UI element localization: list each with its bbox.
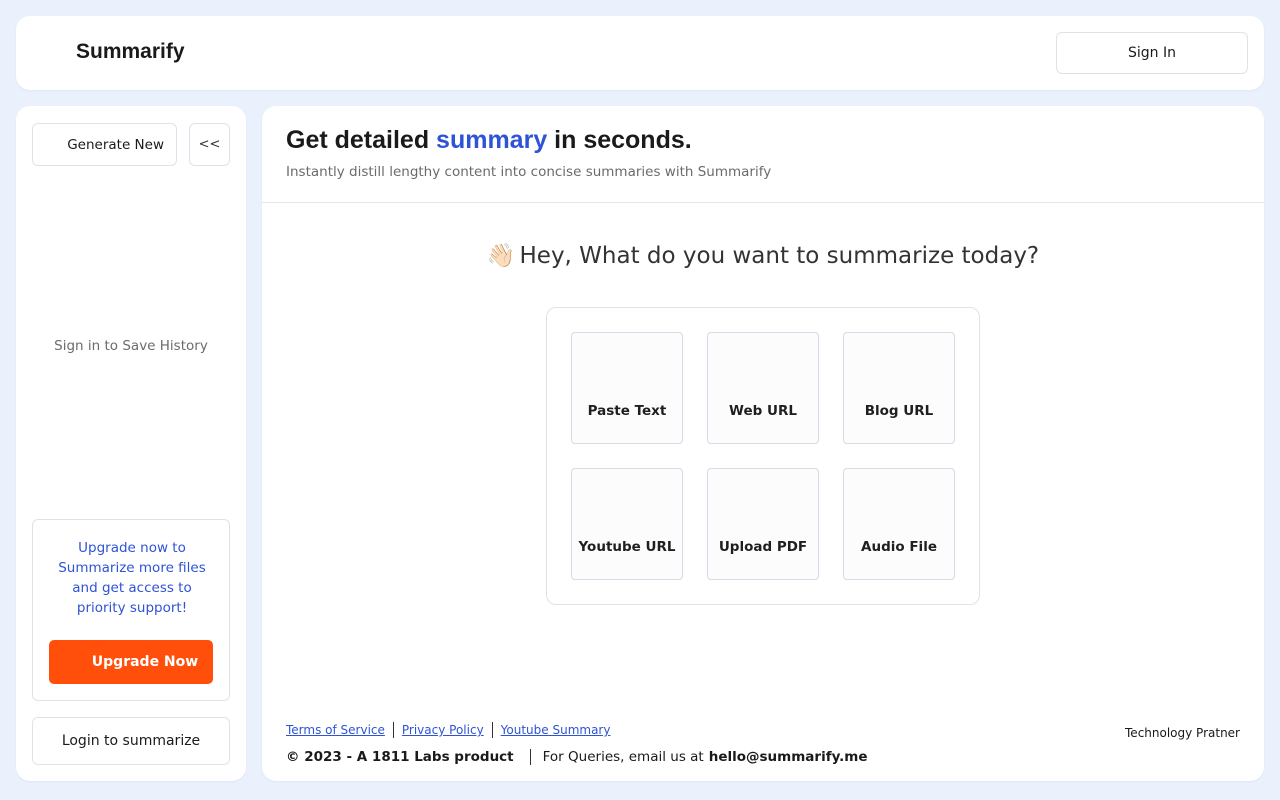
technology-partner-label: Technology Pratner: [1125, 726, 1240, 740]
summarize-options: Paste Text Web URL Blog URL Youtube URL …: [546, 307, 980, 605]
title-accent: summary: [436, 126, 548, 154]
upgrade-panel: Upgrade now to Summarize more files and …: [32, 519, 230, 701]
page-title: Get detailed summary in seconds.: [286, 126, 692, 155]
top-header: Summarify Sign In: [16, 16, 1264, 90]
main-panel: Get detailed summary in seconds. Instant…: [262, 106, 1264, 781]
privacy-policy-link[interactable]: Privacy Policy: [402, 723, 484, 737]
page-subtitle: Instantly distill lengthy content into c…: [286, 164, 772, 180]
footer-divider: [529, 749, 531, 765]
option-blog-url[interactable]: Blog URL: [843, 332, 955, 444]
upgrade-message: Upgrade now to Summarize more files and …: [58, 540, 206, 616]
generate-new-button[interactable]: Generate New: [32, 123, 177, 166]
terms-of-service-link[interactable]: Terms of Service: [286, 723, 385, 737]
footer-divider: [392, 722, 394, 738]
option-web-url[interactable]: Web URL: [707, 332, 819, 444]
history-placeholder: Sign in to Save History: [54, 338, 208, 354]
option-audio-file[interactable]: Audio File: [843, 468, 955, 580]
upgrade-now-button[interactable]: Upgrade Now: [49, 640, 213, 684]
footer-divider: [491, 722, 493, 738]
footer-copyright: © 2023 - A 1811 Labs product For Queries…: [286, 749, 867, 765]
sidebar: Generate New << Sign in to Save History …: [16, 106, 246, 781]
waving-hand-icon: 👋🏻: [486, 243, 516, 269]
login-to-summarize-button[interactable]: Login to summarize: [32, 717, 230, 765]
queries-text: For Queries, email us at: [542, 749, 704, 765]
greeting: 👋🏻 Hey, What do you want to summarize tod…: [262, 242, 1264, 269]
option-upload-pdf[interactable]: Upload PDF: [707, 468, 819, 580]
option-youtube-url[interactable]: Youtube URL: [571, 468, 683, 580]
brand-logo-text[interactable]: Summarify: [76, 40, 185, 64]
greeting-text: Hey, What do you want to summarize today…: [519, 243, 1040, 269]
header-divider: [262, 202, 1264, 203]
title-prefix: Get detailed: [286, 126, 437, 154]
collapse-sidebar-button[interactable]: <<: [189, 123, 230, 166]
contact-email[interactable]: hello@summarify.me: [709, 749, 868, 765]
copyright-text: © 2023 - A 1811 Labs product: [286, 749, 514, 765]
footer-links: Terms of Service Privacy Policy Youtube …: [286, 722, 610, 738]
option-paste-text[interactable]: Paste Text: [571, 332, 683, 444]
youtube-summary-link[interactable]: Youtube Summary: [501, 723, 611, 737]
sign-in-button[interactable]: Sign In: [1056, 32, 1248, 74]
title-suffix: in seconds.: [547, 126, 692, 154]
